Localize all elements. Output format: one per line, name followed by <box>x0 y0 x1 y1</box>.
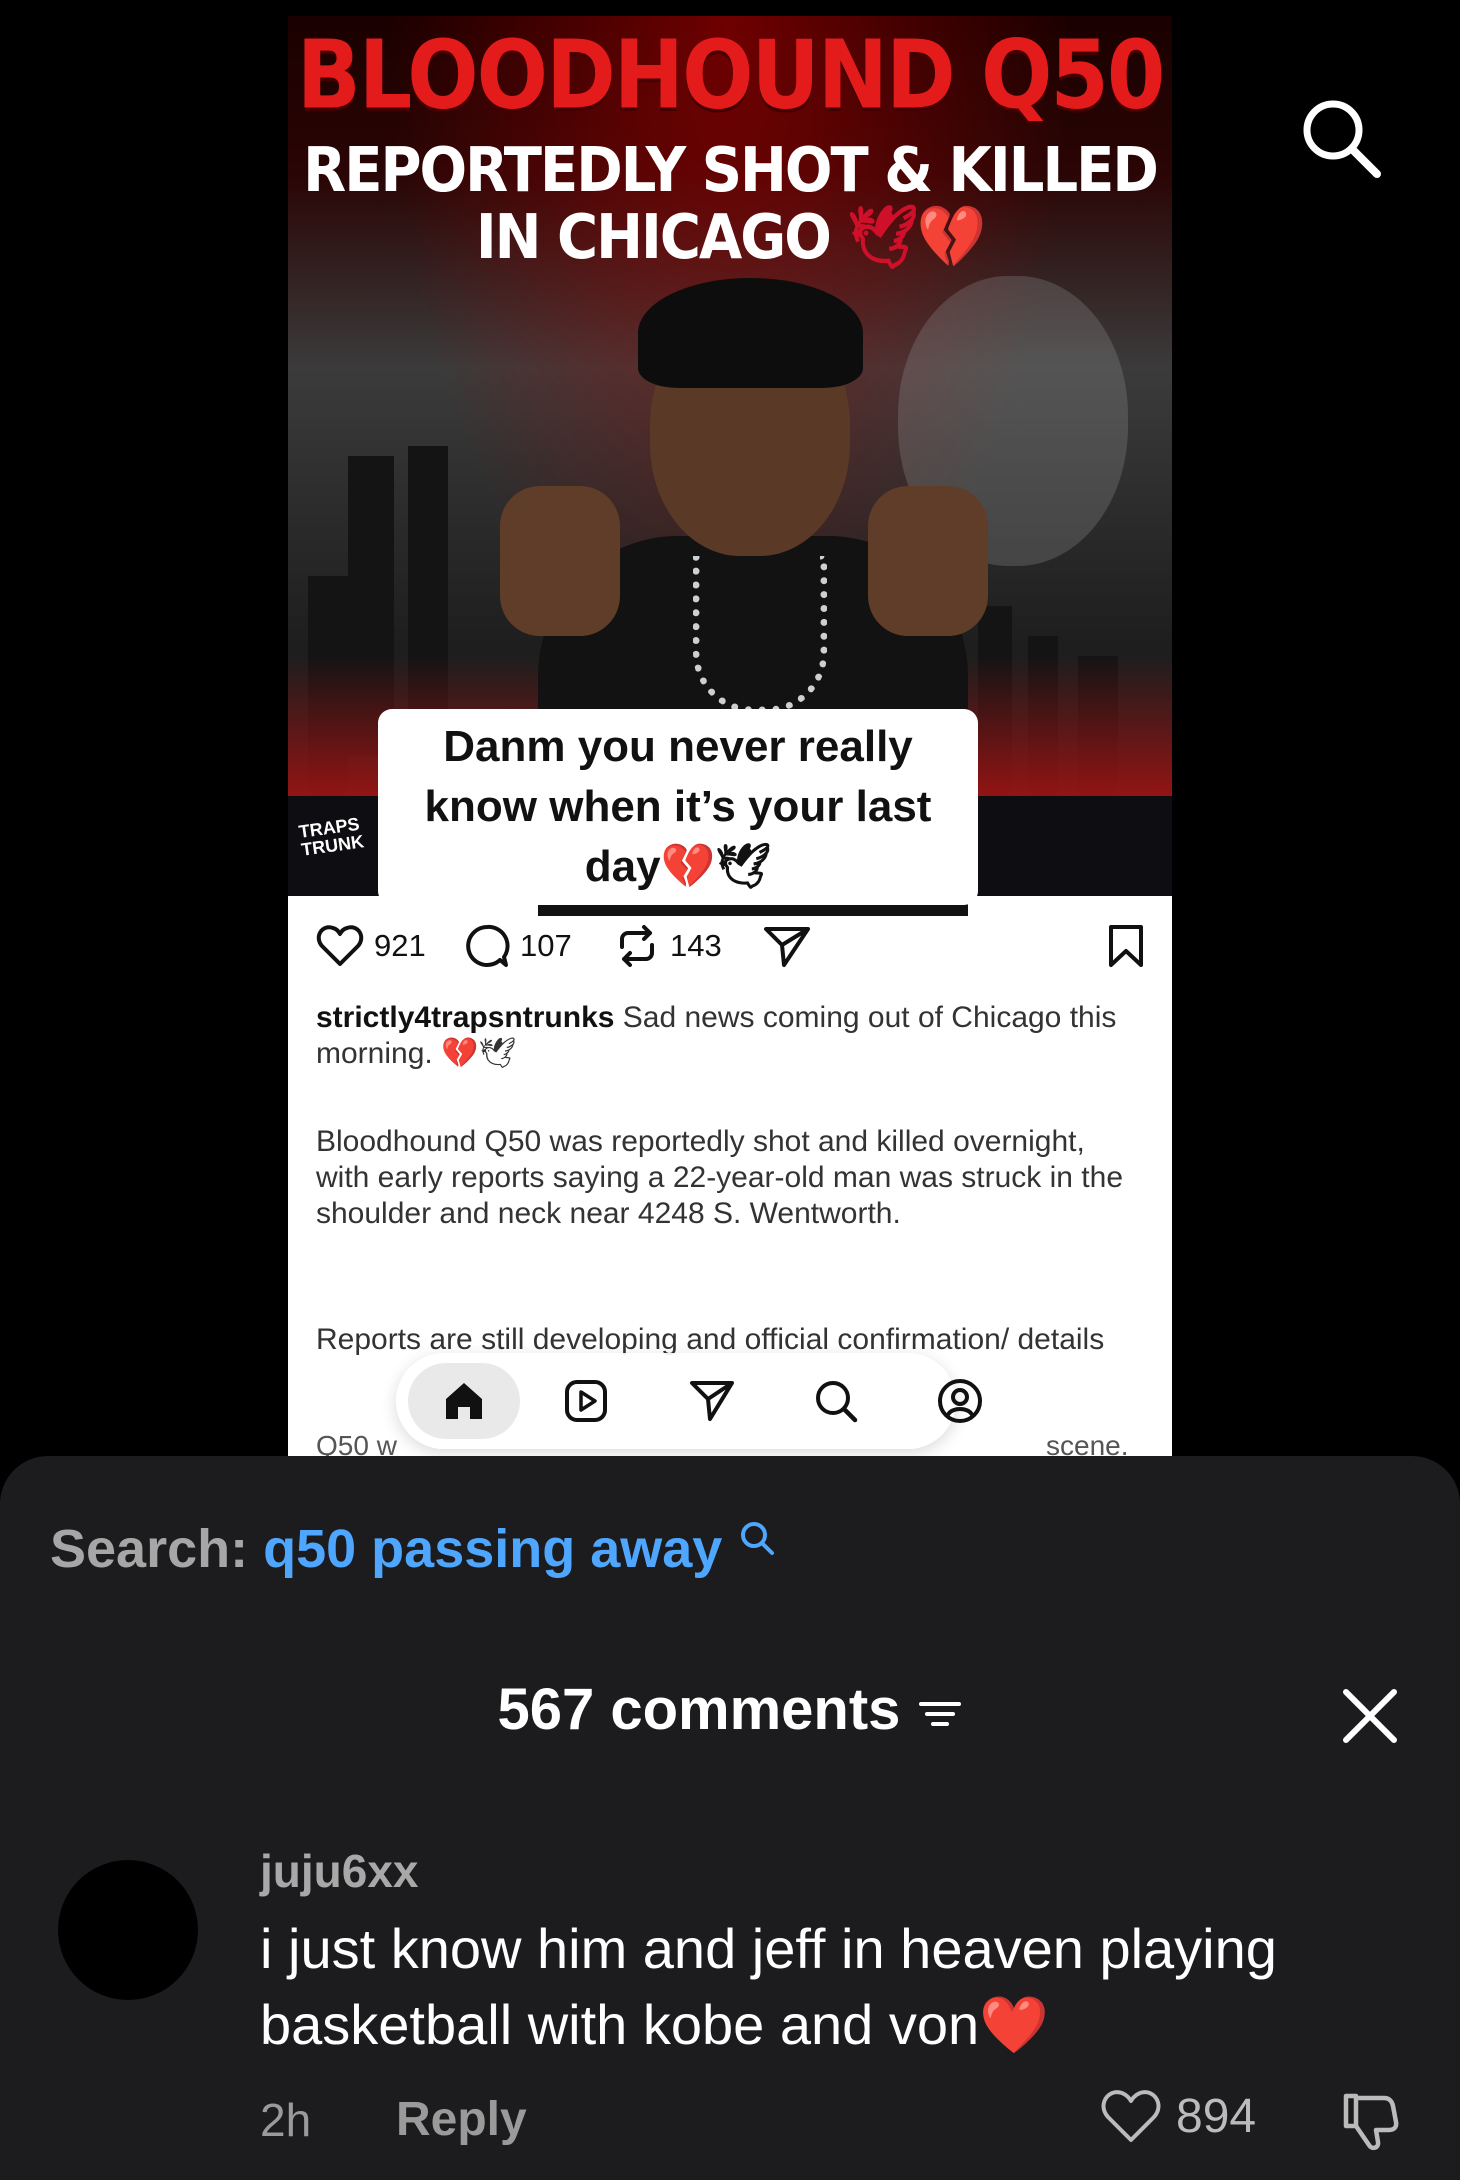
comments-sheet: Search: q50 passing away 567 comments ju… <box>0 1456 1460 2180</box>
bookmark-button[interactable] <box>1106 916 1146 976</box>
close-icon[interactable] <box>1338 1684 1402 1748</box>
search-query-link[interactable]: q50 passing away <box>263 1519 722 1579</box>
thumbs-up-right <box>868 486 988 636</box>
reply-button[interactable]: Reply <box>396 2092 527 2147</box>
search-label: Search: <box>50 1519 249 1579</box>
post-caption: strictly4trapsntrunks Sad news coming ou… <box>316 1000 1146 1072</box>
search-icon <box>741 1522 775 1555</box>
comment-like-button[interactable]: 894 <box>1100 2084 1256 2148</box>
post-cover-image: BLOODHOUND Q50 REPORTEDLY SHOT & KILLED … <box>288 16 1172 916</box>
repost-icon <box>620 925 654 967</box>
reels-icon[interactable] <box>562 1377 610 1425</box>
like-button[interactable]: 921 <box>316 916 426 976</box>
comment-username[interactable]: juju6xx <box>260 1844 419 1898</box>
comment-button[interactable]: 107 <box>464 916 572 976</box>
search-icon[interactable] <box>812 1377 860 1425</box>
bookmark-icon <box>1109 925 1143 967</box>
comments-count: 567 comments <box>497 1677 901 1742</box>
comment-text: i just know him and jeff in heaven playi… <box>260 1917 1277 2056</box>
search-icon[interactable] <box>1295 92 1387 184</box>
comment-count: 107 <box>520 928 572 963</box>
post-screenshot: BLOODHOUND Q50 REPORTEDLY SHOT & KILLED … <box>288 16 1172 1456</box>
like-count: 921 <box>374 928 426 963</box>
avatar[interactable] <box>58 1860 198 2000</box>
send-icon[interactable] <box>688 1377 736 1425</box>
heart-icon <box>316 925 364 966</box>
headline-line-3-text: IN CHICAGO <box>475 201 832 274</box>
overlay-caption-line: know when it’s your last <box>424 782 932 831</box>
person-beanie <box>638 278 863 388</box>
sort-filter-icon[interactable] <box>917 1694 963 1734</box>
chain-necklace <box>693 556 827 713</box>
dislike-icon[interactable] <box>1336 2086 1406 2156</box>
profile-icon[interactable] <box>936 1377 984 1425</box>
headline-line-2: REPORTEDLY SHOT & KILLED <box>303 134 1159 207</box>
overlay-caption-line: Danm you never really <box>443 722 913 771</box>
send-icon <box>764 927 810 967</box>
comments-header: 567 comments <box>0 1676 1460 1743</box>
comment-timestamp: 2h <box>260 2094 312 2146</box>
caption-paragraph-partial: scene. <box>1046 1430 1129 1456</box>
heart-icon <box>1101 2090 1161 2142</box>
post-actions: 921 107 143 <box>316 916 1156 976</box>
overlay-caption: Danm you never really know when it’s you… <box>378 709 978 905</box>
headline-line-3: IN CHICAGO 🕊💔 <box>288 201 1172 274</box>
share-button[interactable] <box>762 916 812 976</box>
caption-username[interactable]: strictly4trapsntrunks <box>316 1001 614 1034</box>
repost-button[interactable]: 143 <box>614 916 722 976</box>
search-suggestion[interactable]: Search: q50 passing away <box>50 1518 777 1584</box>
comment-bubble-icon <box>466 924 510 967</box>
headline-name: BLOODHOUND Q50 <box>296 20 1166 130</box>
caption-paragraph: Bloodhound Q50 was reportedly shot and k… <box>316 1125 1124 1230</box>
home-icon[interactable] <box>440 1377 488 1425</box>
dove-heartbreak-emoji: 🕊💔 <box>847 201 986 274</box>
repost-count: 143 <box>670 928 722 963</box>
bottom-nav <box>396 1353 982 1449</box>
thumbs-up-left <box>500 486 620 636</box>
comment-like-count: 894 <box>1176 2089 1257 2143</box>
overlay-caption-line: day💔🕊 <box>584 842 772 891</box>
